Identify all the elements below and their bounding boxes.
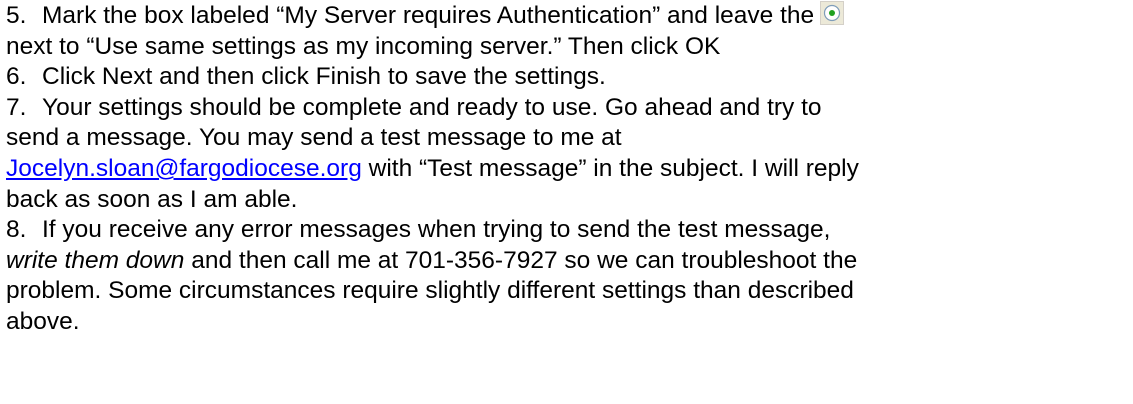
step-8-text-4: above. [6, 307, 80, 335]
radio-button-selected-icon [820, 1, 845, 25]
step-8-line-1: 8. If you receive any error messages when… [6, 215, 1131, 246]
step-8-text-1: If you receive any error messages when t… [42, 216, 831, 244]
step-7-text-3: with “Test message” in the subject. I wi… [361, 154, 859, 182]
step-6-line-1: 6. Click Next and then click Finish to sa… [6, 62, 1131, 93]
step-8-line-4: above. [6, 307, 1131, 338]
step-7-line-2: send a message. You may send a test mess… [6, 123, 1131, 154]
step-5-number: 5. [6, 2, 27, 29]
step-5-line-2: next to “Use same settings as my incomin… [6, 32, 1131, 63]
document-body: 5. Mark the box labeled “My Server requir… [6, 1, 1131, 338]
step-8-text-2: and then call me at 701-356-7927 so we c… [184, 246, 858, 274]
step-6-number: 6. [6, 63, 27, 91]
email-link[interactable]: Jocelyn.sloan@fargodiocese.org [6, 155, 362, 182]
step-7-number: 7. [6, 93, 27, 121]
step-7-line-1: 7. Your settings should be complete and r… [6, 93, 1131, 124]
step-7-text-1: Your settings should be complete and rea… [42, 93, 822, 121]
step-8-text-3: problem. Some circumstances require slig… [6, 277, 854, 305]
step-5-text-1: Mark the box labeled “My Server requires… [42, 2, 815, 29]
step-5-line-1: 5. Mark the box labeled “My Server requir… [6, 1, 1131, 32]
step-7-text-4: back as soon as I am able. [6, 185, 298, 213]
step-5-text-2: next to “Use same settings as my incomin… [6, 32, 721, 60]
step-8-line-2: write them down and then call me at 701-… [6, 246, 1131, 277]
step-8-emphasis: write them down [6, 246, 185, 274]
step-7-line-4: back as soon as I am able. [6, 185, 1131, 216]
step-8-line-3: problem. Some circumstances require slig… [6, 276, 1131, 307]
step-7-line-3: Jocelyn.sloan@fargodiocese.org with “Tes… [6, 154, 1131, 185]
step-8-number: 8. [6, 216, 27, 244]
step-6-text-1: Click Next and then click Finish to save… [42, 63, 606, 91]
step-7-text-2: send a message. You may send a test mess… [6, 124, 622, 152]
